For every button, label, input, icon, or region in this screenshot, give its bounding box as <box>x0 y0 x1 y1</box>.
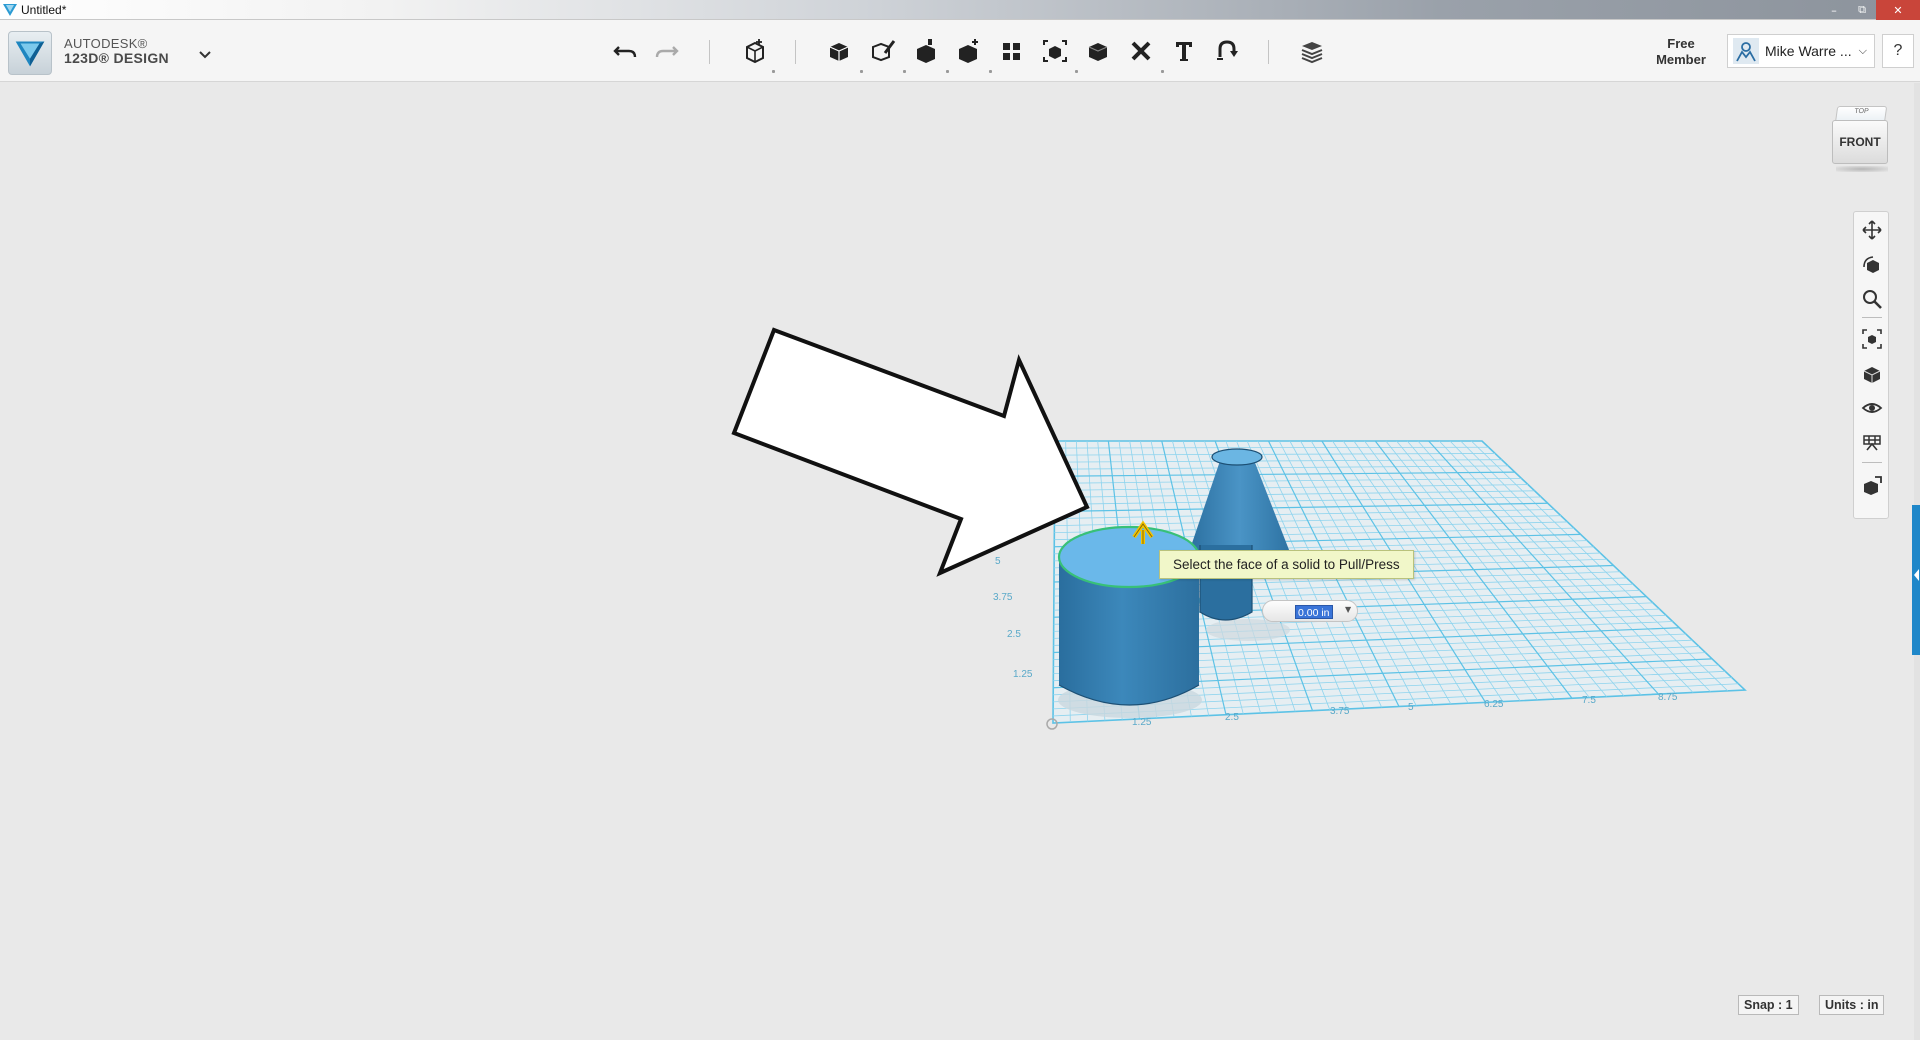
y-tick-label: 5 <box>995 556 1001 567</box>
pan-button[interactable] <box>1859 217 1885 243</box>
x-tick-label: 6.25 <box>1484 699 1504 710</box>
zoom-button[interactable] <box>1859 286 1885 312</box>
tools-icon <box>1864 476 1882 495</box>
3d-viewport[interactable]: 5 3.75 2.5 1.25 1.25 2.5 3.75 5 6.25 7.5… <box>0 0 1920 1040</box>
pan-icon <box>1862 220 1882 240</box>
chevron-left-icon <box>1914 569 1919 581</box>
x-tick-label: 1.25 <box>1132 717 1152 728</box>
navigation-bar <box>1853 211 1889 519</box>
views-button[interactable] <box>1859 361 1885 387</box>
side-panel-tab[interactable] <box>1912 505 1920 655</box>
visibility-icon <box>1861 403 1883 413</box>
zoom-icon <box>1863 290 1882 309</box>
dimension-value[interactable]: 0.00 in <box>1295 605 1333 619</box>
x-tick-label: 3.75 <box>1330 706 1350 717</box>
orbit-button[interactable] <box>1859 252 1885 278</box>
y-tick-label: 2.5 <box>1007 629 1021 640</box>
material-button[interactable] <box>1859 429 1885 455</box>
x-tick-label: 8.75 <box>1658 692 1678 703</box>
x-tick-label: 2.5 <box>1225 712 1239 723</box>
material-icon <box>1863 435 1881 451</box>
nav-divider <box>1862 462 1882 463</box>
orbit-icon <box>1863 256 1879 273</box>
views-icon <box>1863 367 1881 383</box>
chevron-down-icon[interactable]: ▼ <box>1345 605 1351 614</box>
hint-tooltip: Select the face of a solid to Pull/Press <box>1159 550 1414 579</box>
visibility-button[interactable] <box>1859 395 1885 421</box>
view-cube[interactable]: TOP FRONT <box>1832 104 1890 172</box>
fit-icon <box>1862 329 1882 349</box>
nav-divider <box>1862 317 1882 318</box>
dimension-input[interactable]: 0.00 in ▼ <box>1262 600 1358 622</box>
origin-marker <box>1046 718 1058 730</box>
snap-status[interactable]: Snap : 1 <box>1738 995 1799 1015</box>
y-tick-label: 3.75 <box>993 592 1013 603</box>
units-status[interactable]: Units : in <box>1819 995 1885 1015</box>
x-tick-label: 7.5 <box>1582 695 1596 706</box>
tools-button[interactable] <box>1859 472 1885 498</box>
view-cube-front[interactable]: FRONT <box>1832 120 1888 164</box>
x-tick-label: 5 <box>1408 702 1414 713</box>
annotation-arrow <box>731 327 1090 577</box>
view-cube-shadow <box>1836 166 1888 172</box>
fit-button[interactable] <box>1859 326 1885 352</box>
y-tick-label: 1.25 <box>1013 669 1033 680</box>
